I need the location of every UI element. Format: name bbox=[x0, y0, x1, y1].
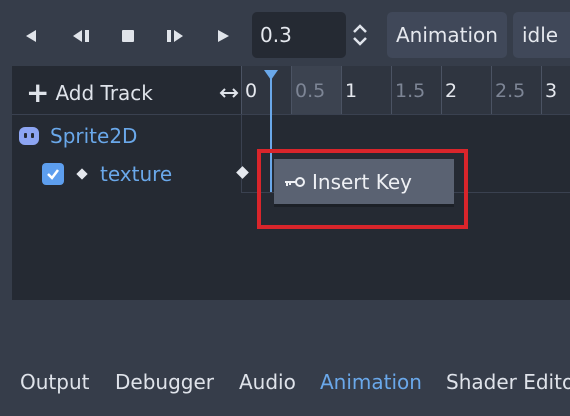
tab-debugger[interactable]: Debugger bbox=[115, 362, 214, 402]
animation-toolbar: 0.3 Animation idle bbox=[0, 0, 570, 66]
animation-menu-button[interactable]: Animation bbox=[387, 12, 507, 58]
ruler-tick: 2 bbox=[441, 66, 491, 114]
play-backwards-icon[interactable] bbox=[16, 14, 46, 58]
track-enabled-checkbox[interactable] bbox=[42, 163, 64, 185]
play-icon[interactable] bbox=[208, 14, 238, 58]
tab-output[interactable]: Output bbox=[20, 362, 89, 402]
tab-shader-editor[interactable]: Shader Editor bbox=[446, 362, 570, 402]
play-backwards-from-current-icon[interactable] bbox=[66, 14, 96, 58]
timeline-ruler[interactable]: 0 0.5 1 1.5 2 2.5 3 bbox=[241, 66, 570, 114]
ruler-tick: 1 bbox=[341, 66, 391, 114]
add-track-button[interactable]: + Add Track bbox=[26, 76, 153, 110]
ruler-tick: 3 bbox=[541, 66, 570, 114]
ruler-tick: 0.5 bbox=[291, 66, 341, 114]
plus-icon: + bbox=[26, 76, 50, 109]
track-group-sprite2d[interactable]: Sprite2D bbox=[18, 120, 137, 152]
expand-horizontal-icon[interactable] bbox=[216, 80, 242, 106]
track-property-label: texture bbox=[100, 162, 173, 186]
tab-animation[interactable]: Animation bbox=[320, 362, 422, 402]
checkmark-icon bbox=[47, 169, 59, 180]
animation-select[interactable]: idle bbox=[513, 12, 570, 58]
tab-audio[interactable]: Audio bbox=[239, 362, 296, 402]
ruler-tick: 2.5 bbox=[491, 66, 541, 114]
add-track-label: Add Track bbox=[55, 81, 153, 105]
bottom-panel-tabs: Output Debugger Audio Animation Shader E… bbox=[0, 362, 570, 402]
ruler-tick: 1.5 bbox=[391, 66, 441, 114]
playback-time-field[interactable]: 0.3 bbox=[252, 12, 346, 58]
property-track-icon bbox=[76, 168, 88, 180]
track-row-texture[interactable]: texture bbox=[42, 158, 172, 190]
spinner-arrows-icon[interactable] bbox=[346, 12, 374, 58]
node-name-label: Sprite2D bbox=[50, 124, 138, 148]
highlight-box bbox=[257, 149, 468, 229]
play-from-current-icon[interactable] bbox=[160, 14, 190, 58]
stop-icon[interactable] bbox=[113, 14, 143, 58]
sprite2d-node-icon bbox=[19, 127, 39, 145]
